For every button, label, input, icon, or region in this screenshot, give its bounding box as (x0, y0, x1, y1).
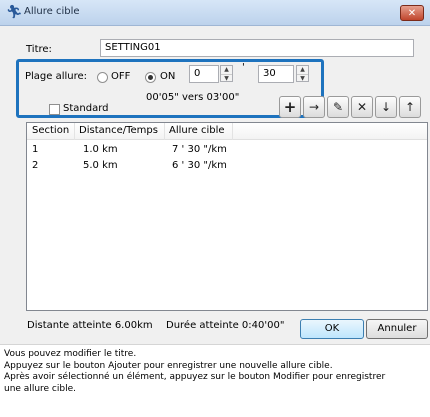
runner-icon: 🏃︎ (6, 5, 23, 20)
move-up-button[interactable]: ↑ (399, 96, 421, 118)
close-button[interactable]: ✕ (400, 5, 424, 21)
duration-status: Durée atteinte 0:40'00" (166, 320, 285, 331)
radio-off[interactable] (97, 72, 108, 83)
plage-label: Plage allure: (25, 71, 88, 82)
add-button[interactable]: + (279, 96, 301, 118)
title-label: Titre: (26, 44, 52, 55)
standard-label: Standard (63, 103, 109, 114)
radio-on[interactable] (145, 72, 156, 83)
range-text: 00'05" vers 03'00" (146, 92, 240, 103)
seconds-input[interactable]: 30 (258, 65, 294, 83)
delete-button[interactable]: ✕ (351, 96, 373, 118)
minutes-spinner[interactable]: ▲ ▼ (220, 65, 233, 82)
table-row[interactable]: 1 1.0 km 7 ' 30 "/km (27, 143, 427, 157)
title-input[interactable]: SETTING01 (100, 39, 414, 57)
header-section[interactable]: Section (32, 125, 69, 136)
seconds-spinner[interactable]: ▲ ▼ (296, 65, 309, 82)
help-line: Appuyez sur le bouton Ajouter pour enreg… (4, 360, 333, 371)
ok-button[interactable]: OK (300, 319, 364, 339)
cancel-button[interactable]: Annuler (366, 319, 428, 339)
cell-pace: 6 ' 30 "/km (172, 160, 227, 171)
standard-checkbox[interactable] (49, 104, 60, 115)
cell-distance: 1.0 km (83, 144, 118, 155)
close-icon: ✕ (407, 8, 417, 19)
help-panel: Vous pouvez modifier le titre. Appuyez s… (0, 344, 430, 417)
header-target-pace[interactable]: Allure cible (169, 125, 225, 136)
pencil-icon: ✎ (332, 100, 344, 114)
window-title: Allure cible (24, 6, 80, 17)
help-line: Après avoir sélectionné un élément, appu… (4, 372, 386, 382)
spin-up-icon[interactable]: ▲ (221, 66, 232, 75)
radio-off-label: OFF (111, 71, 131, 82)
radio-on-label: ON (160, 71, 176, 82)
spin-down-icon[interactable]: ▼ (221, 75, 232, 83)
plus-icon: + (283, 98, 297, 116)
distance-status: Distante atteinte 6.00km (27, 320, 153, 331)
move-down-button[interactable]: ↓ (375, 96, 397, 118)
arrow-right-icon: → (308, 100, 320, 114)
arrow-down-icon: ↓ (380, 100, 392, 114)
cell-distance: 5.0 km (83, 160, 118, 171)
spin-up-icon[interactable]: ▲ (297, 66, 308, 75)
cell-section: 1 (32, 144, 39, 155)
section-table[interactable]: Section Distance/Temps Allure cible 1 1.… (26, 122, 428, 311)
help-line: Vous pouvez modifier le titre. (4, 349, 137, 359)
cell-pace: 7 ' 30 "/km (172, 144, 227, 155)
minute-mark: ' (242, 62, 245, 73)
edit-button[interactable]: ✎ (327, 96, 349, 118)
table-row[interactable]: 2 5.0 km 6 ' 30 "/km (27, 159, 427, 173)
cell-section: 2 (32, 160, 39, 171)
help-line: une allure cible. (4, 383, 76, 394)
x-icon: ✕ (356, 100, 368, 114)
arrow-up-icon: ↑ (404, 100, 416, 114)
minutes-input[interactable]: 0 (189, 65, 219, 83)
header-distance[interactable]: Distance/Temps (79, 125, 158, 136)
table-header: Section Distance/Temps Allure cible (27, 123, 427, 140)
insert-button[interactable]: → (303, 96, 325, 118)
spin-down-icon[interactable]: ▼ (297, 75, 308, 83)
